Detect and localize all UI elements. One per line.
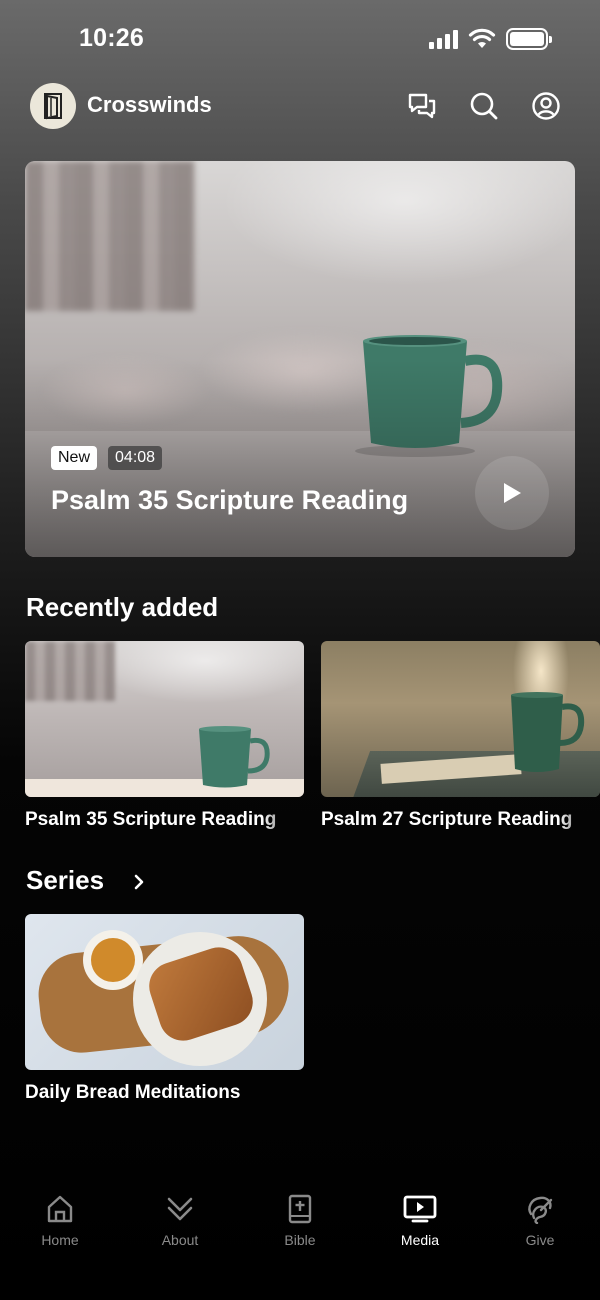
recently-added-list: Psalm 35 Scripture Reading Psalm 27 Scri… (25, 641, 600, 841)
new-badge: New (51, 446, 98, 470)
media-icon (403, 1195, 437, 1223)
nav-about[interactable]: About (120, 1180, 240, 1270)
hero-title: Psalm 35 Scripture Reading (51, 485, 409, 515)
card-thumbnail (321, 641, 600, 797)
hero-badges: New 04:08 (51, 446, 163, 470)
profile-icon (532, 92, 560, 120)
profile-button[interactable] (530, 90, 562, 122)
nav-about-label: About (161, 1232, 199, 1248)
wifi-icon (468, 28, 496, 48)
app-title: Crosswinds (87, 92, 212, 117)
status-time: 10:26 (79, 24, 144, 52)
nav-give-label: Give (525, 1232, 555, 1248)
play-button[interactable] (475, 456, 549, 530)
bottom-nav: Home About Bible Media Give (0, 1180, 600, 1270)
recently-added-heading: Recently added (26, 592, 219, 622)
chevron-right-icon[interactable] (131, 873, 147, 891)
nav-media[interactable]: Media (360, 1180, 480, 1270)
series-thumbnail (25, 914, 304, 1070)
chat-icon (408, 93, 436, 119)
door-logo-icon (44, 93, 62, 120)
status-icons (429, 28, 552, 50)
app-logo[interactable] (30, 83, 76, 129)
home-icon (47, 1195, 73, 1223)
give-icon (528, 1196, 553, 1224)
card-thumbnail (25, 641, 304, 797)
duration-badge: 04:08 (108, 446, 163, 470)
chat-button[interactable] (406, 90, 438, 122)
nav-give[interactable]: Give (480, 1180, 600, 1270)
card-title: Psalm 27 Scripture Reading (321, 809, 573, 830)
nav-home[interactable]: Home (0, 1180, 120, 1270)
media-card[interactable]: Psalm 35 Scripture Reading (25, 641, 304, 831)
series-card[interactable]: Daily Bread Meditations (25, 914, 304, 1104)
battery-icon (506, 28, 552, 50)
card-title: Daily Bread Meditations (25, 1082, 241, 1103)
nav-bible-label: Bible (284, 1232, 316, 1248)
nav-home-label: Home (41, 1232, 79, 1248)
chevrons-down-icon (167, 1197, 193, 1221)
app-header: Crosswinds (0, 82, 600, 130)
status-bar: 10:26 (0, 0, 600, 82)
header-actions (406, 90, 562, 122)
cellular-signal-icon (429, 29, 458, 49)
card-title: Psalm 35 Scripture Reading (25, 809, 277, 830)
search-icon (470, 92, 498, 120)
media-card[interactable]: Psalm 27 Scripture Reading (321, 641, 600, 831)
nav-media-label: Media (400, 1232, 440, 1248)
series-heading[interactable]: Series (26, 865, 104, 896)
nav-bible[interactable]: Bible (240, 1180, 360, 1270)
play-icon (504, 483, 521, 503)
bible-icon (288, 1194, 312, 1224)
featured-video-card[interactable]: New 04:08 Psalm 35 Scripture Reading (25, 161, 575, 557)
search-button[interactable] (468, 90, 500, 122)
